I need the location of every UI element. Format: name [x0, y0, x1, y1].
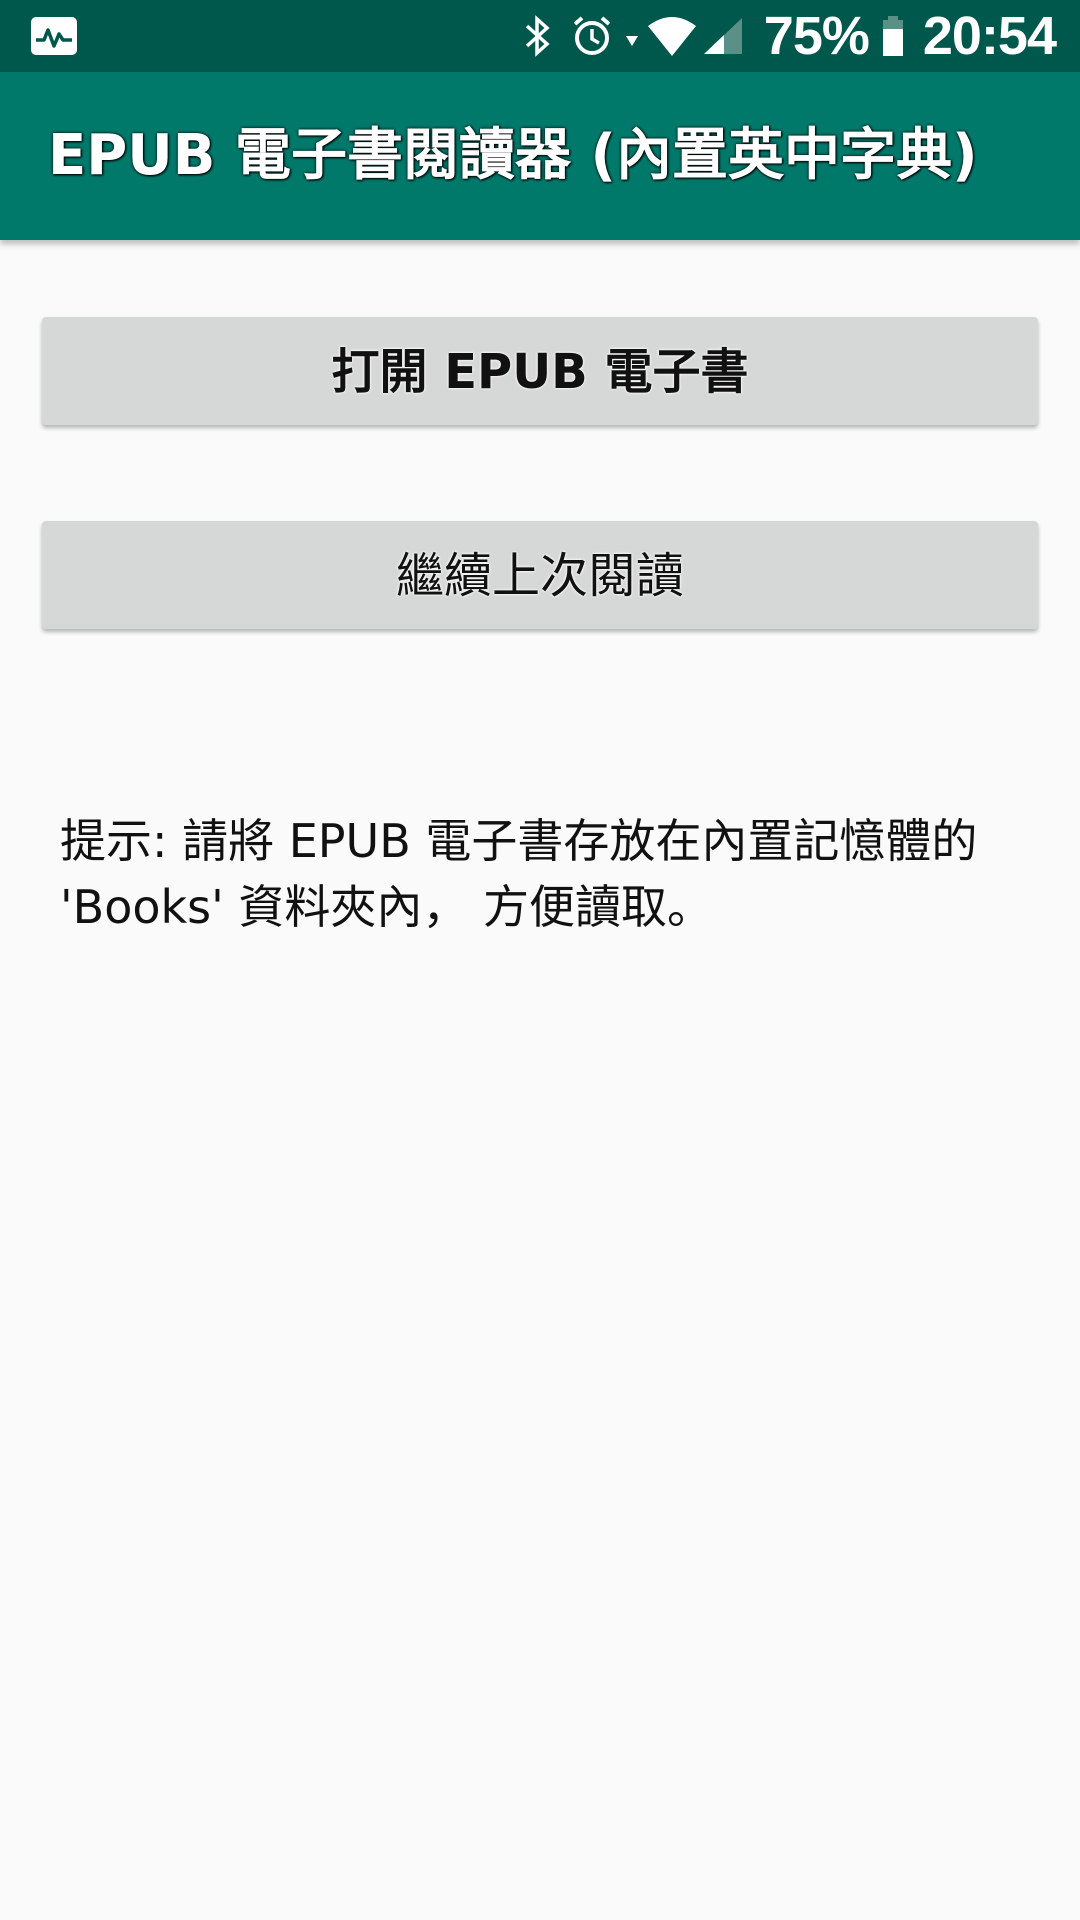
- hint-text: 提示: 請將 EPUB 電子書存放在內置記憶體的 'Books' 資料夾內， 方…: [60, 814, 978, 934]
- status-bar: 75% 20:54: [0, 0, 1080, 72]
- app-title: EPUB 電子書閱讀器 (內置英中字典): [48, 123, 978, 188]
- alarm-icon: [570, 0, 614, 72]
- battery-percent: 75%: [763, 6, 870, 66]
- bluetooth-icon: [522, 0, 552, 72]
- continue-reading-button[interactable]: 繼續上次閱讀: [42, 521, 1038, 629]
- battery-icon: [881, 0, 905, 72]
- data-arrow-icon: [624, 0, 640, 72]
- wifi-icon: [646, 0, 698, 72]
- pulse-app-icon: [30, 16, 78, 56]
- status-icons: 75% 20:54: [522, 0, 1057, 72]
- clock: 20:54: [922, 6, 1057, 66]
- open-epub-button[interactable]: 打開 EPUB 電子書: [42, 317, 1038, 425]
- app-bar: EPUB 電子書閱讀器 (內置英中字典): [0, 72, 1080, 240]
- cell-signal-icon: [702, 0, 744, 72]
